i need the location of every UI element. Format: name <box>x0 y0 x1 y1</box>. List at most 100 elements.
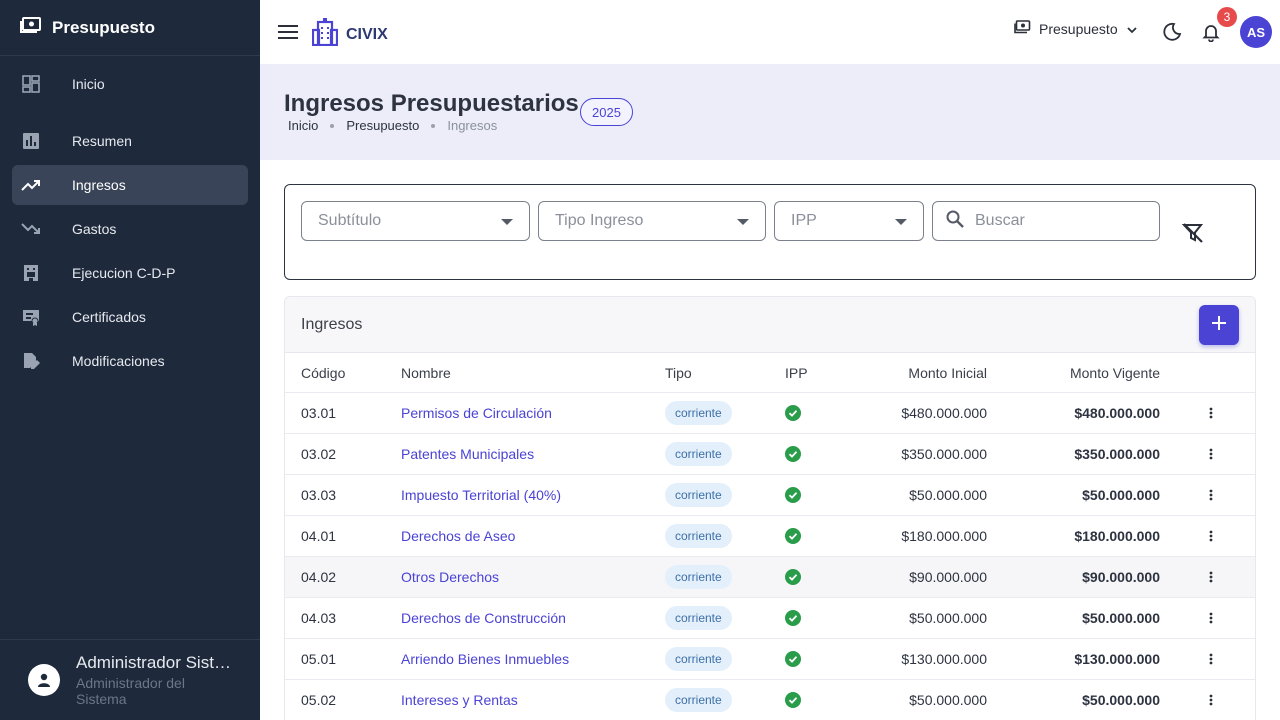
row-monto-inicial: $90.000.000 <box>909 569 987 585</box>
more-vert-icon[interactable] <box>1203 680 1219 720</box>
breadcrumb-inicio[interactable]: Inicio <box>288 118 318 133</box>
column-header-monto-inicial[interactable]: Monto Inicial <box>908 353 987 392</box>
table-title: Ingresos <box>301 316 363 333</box>
building-money-icon <box>20 262 42 284</box>
more-vert-icon[interactable] <box>1203 557 1219 597</box>
breadcrumb-current: Ingresos <box>447 118 498 133</box>
breadcrumb-presupuesto[interactable]: Presupuesto <box>346 118 419 133</box>
row-name-link[interactable]: Patentes Municipales <box>401 434 534 474</box>
sidebar-header: Presupuesto <box>0 0 260 56</box>
clear-filters-icon[interactable] <box>1181 221 1205 245</box>
sidebar-item-inicio[interactable]: Inicio <box>12 64 248 104</box>
sidebar-item-gastos[interactable]: Gastos <box>12 209 248 249</box>
more-vert-icon[interactable] <box>1203 639 1219 679</box>
sidebar-item-ejecucion[interactable]: Ejecucion C-D-P <box>12 253 248 293</box>
table-row[interactable]: 03.01 Permisos de Circulación corriente … <box>285 393 1255 434</box>
sidebar-item-label: Resumen <box>72 133 132 149</box>
table-row[interactable]: 03.03 Impuesto Territorial (40%) corrien… <box>285 475 1255 516</box>
sidebar-item-label: Certificados <box>72 309 146 325</box>
menu-icon[interactable] <box>276 20 300 44</box>
column-header-monto-vigente[interactable]: Monto Vigente <box>1070 353 1160 392</box>
subtitulo-placeholder: Subtítulo <box>318 212 382 229</box>
tipo-ingreso-placeholder: Tipo Ingreso <box>555 212 644 229</box>
ipp-select[interactable]: IPP <box>774 201 924 241</box>
column-header-codigo[interactable]: Código <box>301 353 345 392</box>
more-vert-icon[interactable] <box>1203 393 1219 433</box>
brand[interactable]: CIVIX <box>311 18 388 51</box>
tipo-chip: corriente <box>665 483 732 507</box>
row-tipo: corriente <box>665 434 732 474</box>
dark-mode-icon[interactable] <box>1162 22 1182 42</box>
row-name-link[interactable]: Otros Derechos <box>401 557 499 597</box>
table-row[interactable]: 04.02 Otros Derechos corriente $90.000.0… <box>285 557 1255 598</box>
module-selector[interactable]: Presupuesto <box>1014 20 1138 37</box>
row-name-link[interactable]: Arriendo Bienes Inmuebles <box>401 639 569 679</box>
row-tipo: corriente <box>665 639 732 679</box>
subtitulo-select[interactable]: Subtítulo <box>301 201 530 241</box>
caret-down-icon <box>501 219 513 225</box>
tipo-chip: corriente <box>665 401 732 425</box>
tipo-ingreso-select[interactable]: Tipo Ingreso <box>538 201 766 241</box>
edit-document-icon <box>20 350 42 372</box>
sidebar-item-resumen[interactable]: Resumen <box>12 121 248 161</box>
table-row[interactable]: 04.03 Derechos de Construcción corriente… <box>285 598 1255 639</box>
row-name-link[interactable]: Intereses y Rentas <box>401 680 518 720</box>
row-name-link[interactable]: Derechos de Construcción <box>401 598 566 638</box>
bell-icon[interactable] <box>1201 22 1221 43</box>
notification-badge: 3 <box>1217 7 1237 27</box>
tipo-chip: corriente <box>665 565 732 589</box>
column-header-ipp[interactable]: IPP <box>785 353 808 392</box>
sidebar-item-certificados[interactable]: Certificados <box>12 297 248 337</box>
user-avatar[interactable]: AS <box>1240 16 1272 48</box>
search-input[interactable]: Buscar <box>932 201 1160 241</box>
certificate-icon <box>20 306 42 328</box>
row-monto-vigente: $50.000.000 <box>1082 692 1160 708</box>
app-root: Presupuesto Inicio Resumen Ingresos Gast <box>0 0 1280 720</box>
row-code: 05.02 <box>301 692 337 708</box>
table-row[interactable]: 03.02 Patentes Municipales corriente $35… <box>285 434 1255 475</box>
row-code: 03.02 <box>301 446 337 462</box>
check-circle-icon <box>785 393 801 433</box>
search-icon <box>945 209 965 234</box>
table-row[interactable]: 04.01 Derechos de Aseo corriente $180.00… <box>285 516 1255 557</box>
row-monto-vigente: $130.000.000 <box>1074 651 1160 667</box>
more-vert-icon[interactable] <box>1203 516 1219 556</box>
check-circle-icon <box>785 639 801 679</box>
row-monto-inicial: $180.000.000 <box>901 528 987 544</box>
budget-icon <box>1014 20 1031 37</box>
user-role: Administrador del Sistema <box>76 675 185 707</box>
check-circle-icon <box>785 475 801 515</box>
check-circle-icon <box>785 598 801 638</box>
sidebar: Presupuesto Inicio Resumen Ingresos Gast <box>0 0 260 720</box>
sidebar-item-label: Inicio <box>72 76 105 92</box>
table-row[interactable]: 05.02 Intereses y Rentas corriente $50.0… <box>285 680 1255 720</box>
breadcrumb: Inicio Presupuesto Ingresos <box>288 118 497 133</box>
year-chip[interactable]: 2025 <box>580 98 633 126</box>
sidebar-item-modificaciones[interactable]: Modificaciones <box>12 341 248 381</box>
row-monto-inicial: $50.000.000 <box>909 487 987 503</box>
table-header-row: Código Nombre Tipo IPP Monto Inicial Mon… <box>285 353 1255 393</box>
chevron-down-icon <box>1126 21 1138 37</box>
column-header-tipo[interactable]: Tipo <box>665 353 692 392</box>
row-tipo: corriente <box>665 475 732 515</box>
sidebar-item-ingresos[interactable]: Ingresos <box>12 165 248 205</box>
row-monto-inicial: $350.000.000 <box>901 446 987 462</box>
add-ingreso-button[interactable] <box>1199 305 1239 345</box>
column-header-nombre[interactable]: Nombre <box>401 353 451 392</box>
tipo-chip: corriente <box>665 442 732 466</box>
bar-chart-icon <box>20 130 42 152</box>
more-vert-icon[interactable] <box>1203 598 1219 638</box>
more-vert-icon[interactable] <box>1203 475 1219 515</box>
tipo-chip: corriente <box>665 688 732 712</box>
row-name-link[interactable]: Permisos de Circulación <box>401 393 552 433</box>
sidebar-user[interactable]: Administrador Sistema Administrador del … <box>0 639 260 720</box>
row-name-link[interactable]: Derechos de Aseo <box>401 516 515 556</box>
row-name-link[interactable]: Impuesto Territorial (40%) <box>401 475 561 515</box>
page-header: Ingresos Presupuestarios 2025 Inicio Pre… <box>260 64 1280 160</box>
sidebar-item-label: Gastos <box>72 221 117 237</box>
dashboard-icon <box>20 73 42 95</box>
table-row[interactable]: 05.01 Arriendo Bienes Inmuebles corrient… <box>285 639 1255 680</box>
more-vert-icon[interactable] <box>1203 434 1219 474</box>
plus-icon <box>1212 315 1226 335</box>
row-code: 05.01 <box>301 651 337 667</box>
